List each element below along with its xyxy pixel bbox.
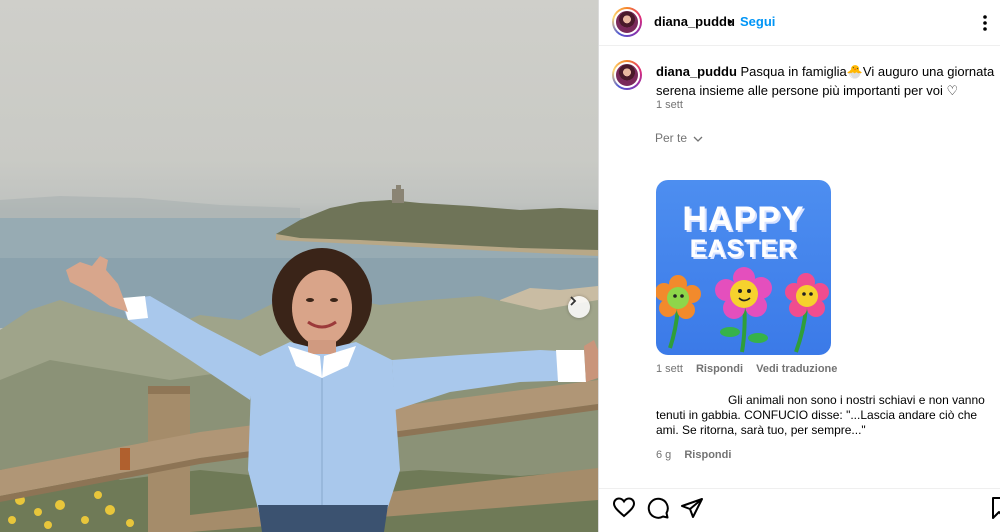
follow-button[interactable]: Segui [740,14,775,29]
post-header: diana_puddu • Segui [599,0,1000,46]
comment-2-meta: 6 g Rispondi [656,449,731,461]
action-bar [599,488,1000,532]
comment-2-body: Gli animali non sono i nostri schiavi e … [656,393,985,437]
comment-2-time[interactable]: 6 g [656,449,671,461]
chevron-down-icon [693,136,703,142]
comment-2-text: Gli animali non sono i nostri schiavi e … [656,393,996,438]
heart-icon[interactable] [612,496,636,520]
for-you-filter[interactable]: Per te [655,131,703,145]
caption-time[interactable]: 1 sett [656,99,683,111]
comment-1-reply-button[interactable]: Rispondi [696,363,743,375]
photo-scene [0,185,598,532]
separator-dot: • [728,14,733,29]
comment-icon[interactable] [646,496,670,520]
share-icon[interactable] [680,496,704,520]
for-you-label: Per te [655,131,688,145]
avatar[interactable] [612,7,642,37]
caption-avatar[interactable] [612,60,642,90]
username-link[interactable]: diana_puddu [654,14,735,29]
caption-username[interactable]: diana_puddu [656,64,737,79]
comment-1-meta: 1 sett Rispondi Vedi traduzione [656,363,837,375]
happy-easter-sticker[interactable]: HAPPY EASTER [656,180,831,355]
post-photo[interactable] [0,0,598,532]
more-options-icon[interactable] [977,13,993,33]
comment-1-translate-button[interactable]: Vedi traduzione [756,363,837,375]
chevron-right-icon [570,296,577,306]
comment-2-reply-button[interactable]: Rispondi [684,449,731,461]
post-side-panel: diana_puddu • Segui diana_puddu Pasqua i… [598,0,1000,532]
comment-1-time[interactable]: 1 sett [656,363,683,375]
next-photo-button[interactable] [568,296,590,318]
flower-illustration [656,267,829,353]
bookmark-icon[interactable] [991,496,1000,520]
caption: diana_puddu Pasqua in famiglia🐣Vi auguro… [656,62,1000,100]
instagram-post-view: diana_puddu • Segui diana_puddu Pasqua i… [0,0,1000,532]
